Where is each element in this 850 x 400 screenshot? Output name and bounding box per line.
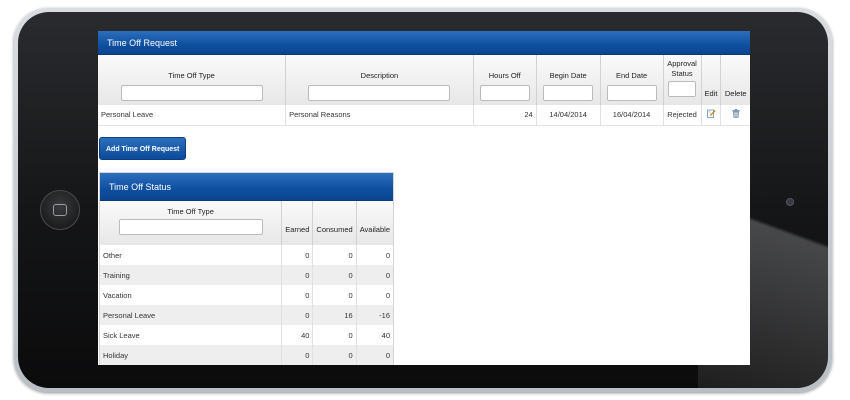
col-hours-label: Hours Off (488, 71, 521, 80)
status-cell-available: 0 (356, 345, 393, 365)
status-type-filter-input[interactable] (118, 219, 263, 235)
edit-icon[interactable] (706, 109, 716, 119)
col-begin-label: Begin Date (549, 71, 587, 80)
cell-status: Rejected (663, 105, 702, 126)
status-cell-type: Personal Leave (100, 305, 283, 325)
status-cell-consumed: 0 (312, 325, 357, 345)
status-col-consumed-header: Consumed (312, 201, 357, 245)
col-description-label: Description (360, 71, 399, 80)
status-cell-earned: 0 (281, 345, 314, 365)
status-cell-consumed: 0 (312, 285, 357, 305)
cell-begin: 14/04/2014 (536, 105, 601, 126)
col-type-header: Time Off Type (98, 55, 287, 105)
table-row[interactable]: Holiday 0 0 0 (100, 345, 393, 365)
col-description-header: Description (285, 55, 474, 105)
status-cell-consumed: 16 (312, 305, 357, 325)
col-edit-header: Edit (701, 55, 722, 105)
description-filter-input[interactable] (308, 85, 451, 101)
add-time-off-request-button[interactable]: Add Time Off Request (99, 137, 187, 160)
col-edit-label: Edit (704, 89, 718, 98)
table-row[interactable]: Personal Leave 0 16 -16 (100, 305, 393, 325)
status-cell-consumed: 0 (312, 245, 357, 265)
status-panel-title: Time Off Status (100, 173, 393, 201)
request-panel-title: Time Off Request (98, 31, 750, 55)
request-table: Time Off Type Description Hours Off Begi… (98, 55, 750, 126)
status-col-earned-header: Earned (281, 201, 314, 245)
status-cell-type: Sick Leave (100, 325, 283, 345)
status-cell-type: Holiday (100, 345, 283, 365)
table-row[interactable]: Sick Leave 40 0 40 (100, 325, 393, 345)
status-cell-earned: 40 (281, 325, 314, 345)
status-cell-available: 40 (381, 330, 390, 340)
col-end-header: End Date (600, 55, 664, 105)
status-col-available-header: Available (356, 201, 393, 245)
status-cell-earned: 0 (281, 305, 314, 325)
status-col-earned-label: Earned (285, 225, 310, 234)
status-cell-type: Training (100, 265, 283, 285)
begin-filter-input[interactable] (543, 85, 594, 101)
col-delete-header: Delete (720, 55, 750, 105)
status-cell-available: 0 (356, 265, 393, 285)
cell-type: Personal Leave (98, 105, 287, 126)
status-col-type-label: Time Off Type (167, 207, 214, 216)
cell-end: 16/04/2014 (600, 105, 664, 126)
table-row[interactable]: Other 0 0 0 (100, 245, 393, 265)
status-col-consumed-label: Consumed (316, 225, 353, 234)
delete-cell[interactable] (720, 105, 750, 126)
col-begin-header: Begin Date (536, 55, 601, 105)
col-hours-header: Hours Off (473, 55, 537, 105)
col-approval-header: Approval Status (663, 55, 702, 105)
col-type-label: Time Off Type (168, 71, 215, 80)
cell-description: Personal Reasons (285, 105, 474, 126)
col-approval-label: Approval Status (667, 59, 697, 78)
hours-filter-input[interactable] (479, 85, 530, 101)
status-cell-available: 0 (385, 250, 390, 260)
status-table: Time Off Type Earned Consumed Available (100, 201, 393, 365)
home-button[interactable] (40, 190, 80, 230)
approval-filter-input[interactable] (668, 81, 697, 97)
home-icon (53, 204, 67, 216)
end-filter-input[interactable] (606, 85, 657, 101)
table-row[interactable]: Vacation 0 0 0 (100, 285, 393, 305)
status-cell-consumed: 0 (312, 265, 357, 285)
status-cell-available: 0 (385, 290, 390, 300)
edit-cell[interactable] (701, 105, 722, 126)
status-col-available-label: Available (359, 225, 390, 234)
col-end-label: End Date (615, 71, 648, 80)
status-cell-type: Other (100, 245, 283, 265)
status-cell-available: -16 (356, 305, 393, 325)
status-cell-earned: 0 (281, 245, 314, 265)
app-screen: Time Off Request Time Off Type Descripti… (98, 31, 750, 365)
type-filter-input[interactable] (120, 85, 263, 101)
status-cell-consumed: 0 (312, 345, 357, 365)
camera-icon (786, 198, 794, 206)
status-col-type-header: Time Off Type (100, 201, 283, 245)
table-row[interactable]: Training 0 0 0 (100, 265, 393, 285)
cell-hours: 24 (473, 105, 537, 126)
status-cell-type: Vacation (100, 285, 283, 305)
table-row[interactable]: Personal Leave Personal Reasons 24 14/04… (98, 105, 750, 126)
status-panel: Time Off Status Time Off Type Earned Con… (99, 172, 394, 365)
status-cell-earned: 0 (281, 265, 314, 285)
col-delete-label: Delete (724, 89, 747, 98)
status-cell-earned: 0 (281, 285, 314, 305)
trash-icon[interactable] (732, 109, 740, 119)
